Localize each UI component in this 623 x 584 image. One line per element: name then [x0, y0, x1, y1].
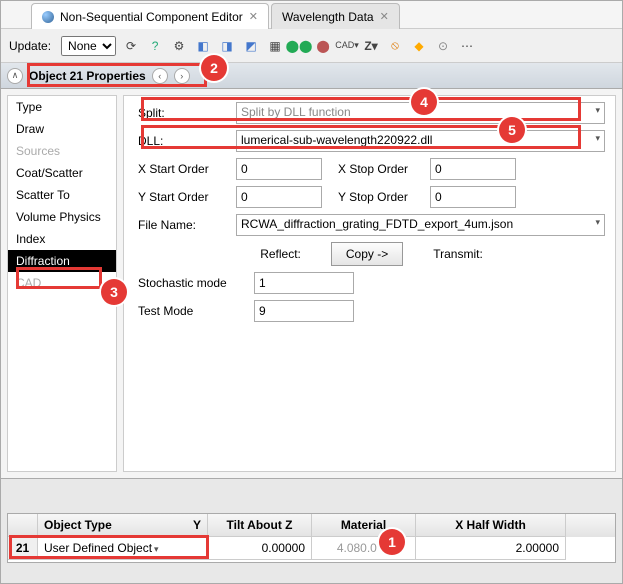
next-object-icon[interactable]: ›	[174, 68, 190, 84]
filename-select[interactable]: RCWA_diffraction_grating_FDTD_export_4um…	[236, 214, 605, 236]
cube3-icon[interactable]: ◩	[242, 37, 260, 55]
close-icon[interactable]: ✕	[249, 10, 258, 23]
xstop-input[interactable]	[430, 158, 516, 180]
side-nav: Type Draw Sources Coat/Scatter Scatter T…	[7, 95, 117, 472]
side-item-draw[interactable]: Draw	[8, 118, 116, 140]
tab-label: Non-Sequential Component Editor	[60, 10, 243, 24]
side-item-volume[interactable]: Volume Physics	[8, 206, 116, 228]
ystop-input[interactable]	[430, 186, 516, 208]
xstop-label: X Stop Order	[338, 162, 424, 176]
side-item-cad[interactable]: CAD	[8, 272, 116, 294]
ystop-label: Y Stop Order	[338, 190, 424, 204]
link-icon[interactable]: ⬤⬤	[290, 37, 308, 55]
grid-icon[interactable]: ▦	[266, 37, 284, 55]
collapse-icon[interactable]: ∧	[7, 68, 23, 84]
update-select[interactable]: None	[61, 36, 116, 56]
grid-header: Object TypeY Tilt About Z Material X Hal…	[8, 514, 615, 537]
close-icon[interactable]: ✕	[380, 10, 389, 23]
ystart-label: Y Start Order	[138, 190, 230, 204]
transmit-label: Transmit:	[433, 247, 483, 261]
tab-nsc-editor[interactable]: Non-Sequential Component Editor ✕	[31, 3, 269, 29]
cad-icon[interactable]: CAD▾	[338, 37, 356, 55]
tab-wavelength[interactable]: Wavelength Data ✕	[271, 3, 400, 29]
main-panel: Type Draw Sources Coat/Scatter Scatter T…	[1, 89, 622, 479]
component-icon	[42, 11, 54, 23]
col-type[interactable]: Object TypeY	[38, 514, 208, 537]
stochastic-input[interactable]	[254, 272, 354, 294]
more-icon[interactable]: ⋯	[458, 37, 476, 55]
callout-5: 5	[499, 117, 525, 143]
prev-object-icon[interactable]: ‹	[152, 68, 168, 84]
side-item-type[interactable]: Type	[8, 96, 116, 118]
properties-bar: ∧ Object 21 Properties ‹ ›	[1, 63, 622, 89]
cell-tilt[interactable]: 0.00000	[208, 537, 312, 560]
stop-icon[interactable]: ⦸	[386, 37, 404, 55]
bullet-icon[interactable]: ⬤	[314, 37, 332, 55]
stochastic-label: Stochastic mode	[138, 276, 248, 290]
col-tilt[interactable]: Tilt About Z	[208, 514, 312, 537]
toggle-icon[interactable]: ⊙	[434, 37, 452, 55]
testmode-label: Test Mode	[138, 304, 248, 318]
split-label: Split:	[138, 106, 230, 120]
side-item-sources[interactable]: Sources	[8, 140, 116, 162]
properties-title: Object 21 Properties	[29, 69, 146, 83]
table-row[interactable]: 21 User Defined Object▾ 0.00000 4.080.0 …	[8, 537, 615, 560]
cube2-icon[interactable]: ◨	[218, 37, 236, 55]
side-item-diffraction[interactable]: Diffraction	[8, 250, 116, 272]
cell-xhw[interactable]: 2.00000	[416, 537, 566, 560]
ystart-input[interactable]	[236, 186, 322, 208]
row-num: 21	[8, 537, 38, 560]
col-xhw[interactable]: X Half Width	[416, 514, 566, 537]
help-icon[interactable]: ?	[146, 37, 164, 55]
reflect-label: Reflect:	[260, 247, 301, 261]
testmode-input[interactable]	[254, 300, 354, 322]
star-icon[interactable]: ◆	[410, 37, 428, 55]
diffraction-panel: Split: Split by DLL function▾ DLL: lumer…	[123, 95, 616, 472]
callout-1: 1	[379, 529, 405, 555]
copy-button[interactable]: Copy ->	[331, 242, 403, 266]
object-grid: Object TypeY Tilt About Z Material X Hal…	[7, 513, 616, 563]
tab-label: Wavelength Data	[282, 10, 374, 24]
cube-icon[interactable]: ◧	[194, 37, 212, 55]
cell-type[interactable]: User Defined Object▾	[38, 537, 208, 560]
col-num[interactable]	[8, 514, 38, 537]
toolbar: Update: None ⟳ ? ⚙ ◧ ◨ ◩ ▦ ⬤⬤ ⬤ CAD▾ Z▾ …	[1, 29, 622, 63]
xstart-input[interactable]	[236, 158, 322, 180]
dll-label: DLL:	[138, 134, 230, 148]
gear-icon[interactable]: ⚙	[170, 37, 188, 55]
refresh-icon[interactable]: ⟳	[122, 37, 140, 55]
tab-strip: Non-Sequential Component Editor ✕ Wavele…	[1, 1, 622, 29]
callout-3: 3	[101, 279, 127, 305]
update-label: Update:	[9, 39, 51, 53]
side-item-index[interactable]: Index	[8, 228, 116, 250]
side-item-scatterto[interactable]: Scatter To	[8, 184, 116, 206]
callout-2: 2	[201, 55, 227, 81]
filename-label: File Name:	[138, 218, 230, 232]
dll-select[interactable]: lumerical-sub-wavelength220922.dll▾	[236, 130, 605, 152]
side-item-coat[interactable]: Coat/Scatter	[8, 162, 116, 184]
z-icon[interactable]: Z▾	[362, 37, 380, 55]
callout-4: 4	[411, 89, 437, 115]
xstart-label: X Start Order	[138, 162, 230, 176]
